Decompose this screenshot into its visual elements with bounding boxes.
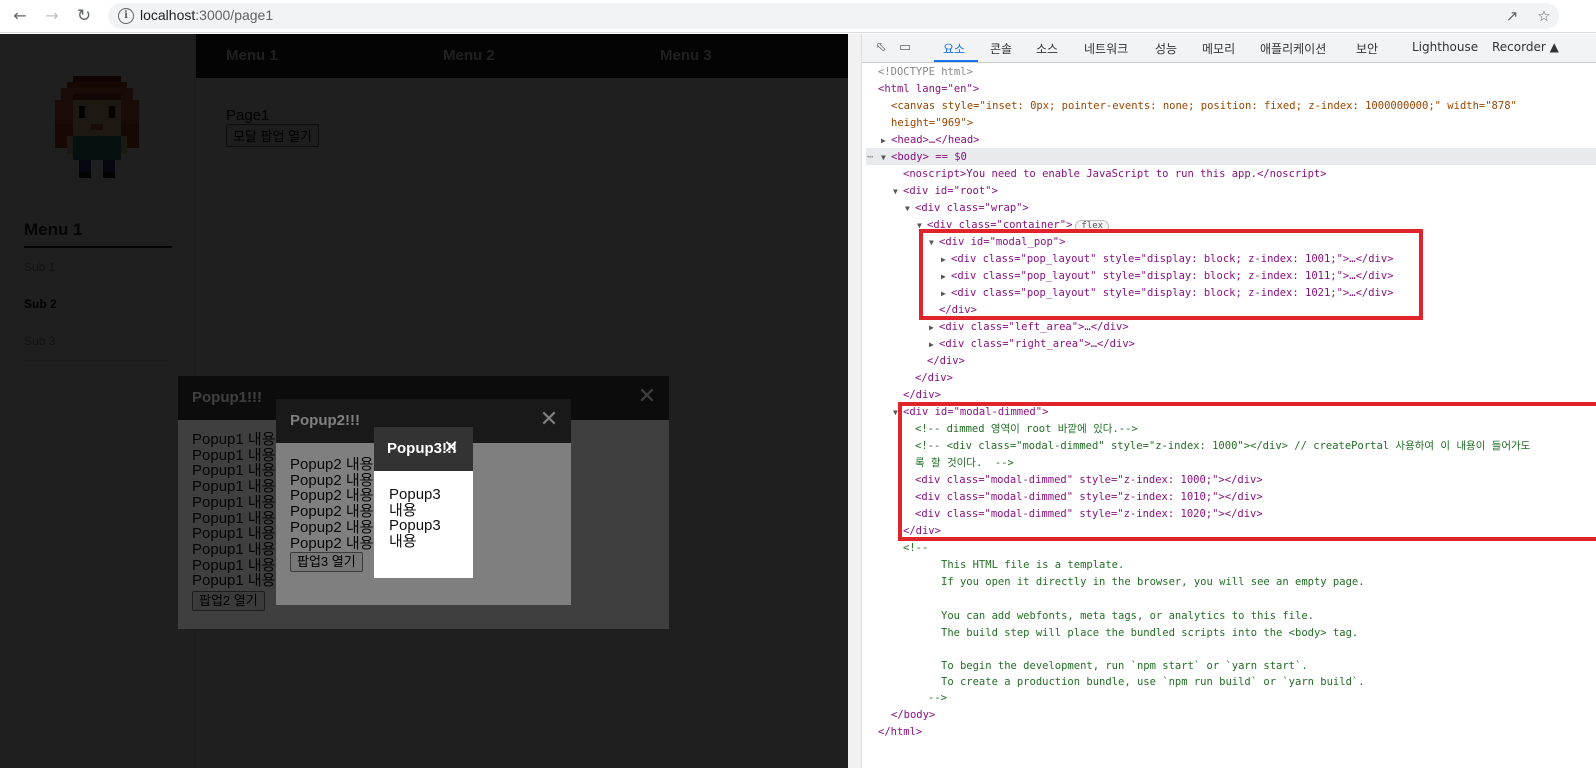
recorder-flask-icon: ▲ (1549, 40, 1559, 54)
tab-sources[interactable]: 소스 (1036, 40, 1058, 57)
tab-recorder-label: Recorder (1492, 40, 1546, 54)
popup-3-line: 내용 (389, 502, 417, 519)
tab-recorder[interactable]: Recorder ▲ (1492, 40, 1559, 54)
code-line[interactable]: <!-- (903, 540, 928, 557)
code-line[interactable]: height="969"> (891, 115, 973, 132)
collapse-triangle-icon[interactable]: ▼ (905, 200, 910, 217)
code-line[interactable]: <div class="left_area">…</div> (939, 319, 1129, 336)
device-toolbar-icon[interactable]: ▭ (896, 39, 914, 57)
devtools-tab-bar: ⬁ ▭ 요소 콘솔 소스 네트워크 성능 메모리 애플리케이션 보안 Light… (862, 34, 1596, 63)
expand-triangle-icon[interactable]: ▶ (929, 319, 934, 336)
code-line[interactable]: </div> (927, 353, 965, 370)
browser-toolbar: ← → ↻ i localhost:3000/page1 ↗ ☆ (0, 0, 1596, 33)
code-line[interactable]: To create a production bundle, use `npm … (941, 674, 1365, 691)
back-arrow-icon[interactable]: ← (10, 6, 30, 26)
address-bar[interactable]: i localhost:3000/page1 (108, 3, 1559, 29)
code-line[interactable]: <div id="root"> (903, 183, 998, 200)
more-options-icon[interactable]: ⋯ (867, 149, 873, 166)
tab-elements[interactable]: 요소 (943, 40, 965, 57)
code-line[interactable]: </body> (891, 707, 935, 724)
code-line[interactable]: <html lang="en"> (878, 81, 979, 98)
collapse-triangle-icon[interactable]: ▼ (881, 149, 886, 166)
code-line[interactable]: <head>…</head> (891, 132, 980, 149)
code-line[interactable]: You can add webfonts, meta tags, or anal… (941, 608, 1314, 625)
tab-console[interactable]: 콘솔 (990, 40, 1012, 57)
code-line[interactable]: <div class="wrap"> (915, 200, 1029, 217)
expand-triangle-icon[interactable]: ▶ (881, 132, 886, 149)
code-line[interactable]: To begin the development, run `npm start… (941, 658, 1308, 675)
bookmark-star-icon[interactable]: ☆ (1534, 6, 1554, 26)
popup-3-line: 내용 (389, 534, 417, 550)
code-line[interactable]: <body> == $0 (891, 149, 967, 166)
tab-application[interactable]: 애플리케이션 (1260, 40, 1326, 57)
reload-icon[interactable]: ↻ (74, 6, 94, 26)
popup-3-body: Popup3 내용 Popup3 내용 (389, 487, 459, 550)
tab-network[interactable]: 네트워크 (1084, 40, 1128, 57)
collapse-triangle-icon[interactable]: ▼ (893, 183, 898, 200)
forward-arrow-icon[interactable]: → (42, 6, 62, 26)
code-line[interactable]: <!DOCTYPE html> (878, 64, 973, 81)
popup-3: Popup3!!! ✕ Popup3 내용 Popup3 내용 (374, 427, 473, 578)
highlight-box-modal-dimmed (898, 402, 1596, 541)
tab-memory[interactable]: 메모리 (1202, 40, 1235, 57)
tab-performance[interactable]: 성능 (1155, 40, 1177, 57)
popup-3-line: Popup3 (389, 487, 441, 503)
expand-triangle-icon[interactable]: ▶ (929, 336, 934, 353)
code-line[interactable]: </html> (878, 724, 922, 741)
modal-dimmed-layer (0, 34, 848, 768)
active-tab-indicator (934, 60, 978, 62)
code-line[interactable]: The build step will place the bundled sc… (941, 625, 1358, 642)
code-line[interactable]: <noscript>You need to enable JavaScript … (903, 166, 1327, 183)
share-icon[interactable]: ↗ (1502, 6, 1522, 26)
devtools-scrollbar[interactable] (848, 34, 862, 768)
inspect-element-icon[interactable]: ⬁ (872, 39, 890, 57)
code-line[interactable]: <canvas style="inset: 0px; pointer-event… (891, 98, 1517, 115)
popup-3-line: Popup3 (389, 518, 441, 535)
site-info-icon[interactable]: i (118, 8, 134, 24)
code-line[interactable]: </div> (915, 370, 953, 387)
popup-3-close-icon[interactable]: ✕ (440, 437, 462, 459)
tab-security[interactable]: 보안 (1356, 40, 1378, 57)
highlight-box-modal-pop (919, 229, 1423, 320)
url-text: localhost:3000/page1 (140, 7, 274, 23)
code-line[interactable]: If you open it directly in the browser, … (941, 574, 1365, 591)
page-viewport: Menu 1 Sub 1 Sub 2 Sub 3 Menu 1 Menu 2 M… (0, 34, 848, 768)
code-line[interactable]: --> (928, 690, 947, 707)
tab-lighthouse[interactable]: Lighthouse (1412, 40, 1478, 54)
code-line[interactable]: <div class="right_area">…</div> (939, 336, 1135, 353)
code-line[interactable]: This HTML file is a template. (941, 557, 1124, 574)
selected-node-highlight (866, 148, 1596, 165)
